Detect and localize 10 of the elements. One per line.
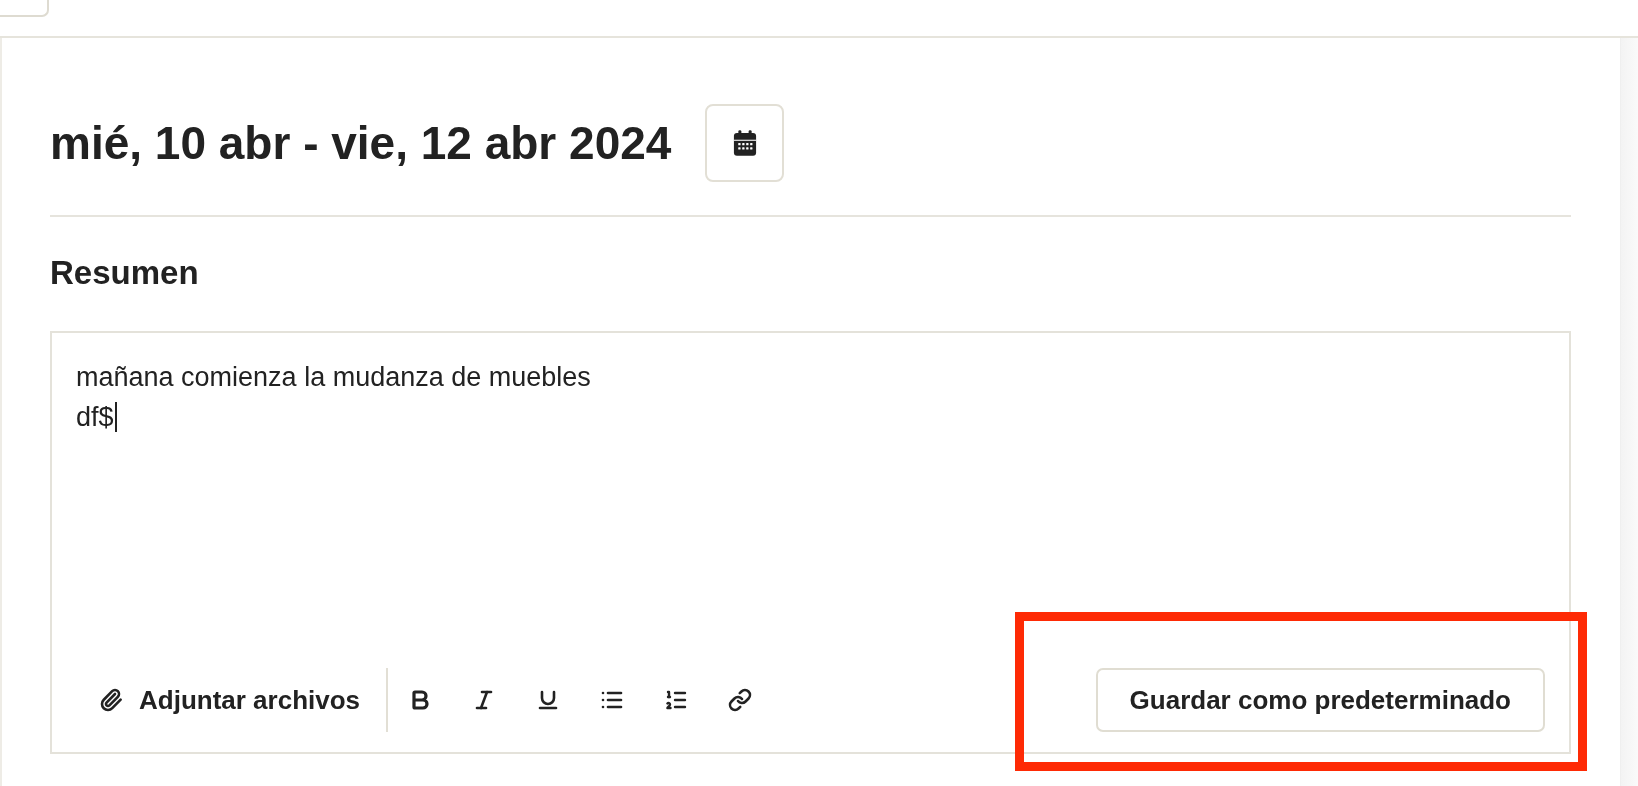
save-default-button[interactable]: Guardar como predeterminado [1095, 668, 1545, 732]
date-range-title: mié, 10 abr - vie, 12 abr 2024 [50, 116, 672, 170]
numbered-list-icon [664, 688, 689, 712]
attach-files-button[interactable]: Adjuntar archivos [85, 676, 375, 724]
paperclip-icon [99, 688, 123, 712]
summary-field[interactable]: mañana comienza la mudanza de muebles df$ [52, 333, 1569, 668]
calendar-button[interactable] [705, 104, 785, 182]
section-heading: Resumen [50, 253, 200, 293]
text-cursor-icon [114, 402, 117, 432]
link-icon [728, 688, 753, 712]
